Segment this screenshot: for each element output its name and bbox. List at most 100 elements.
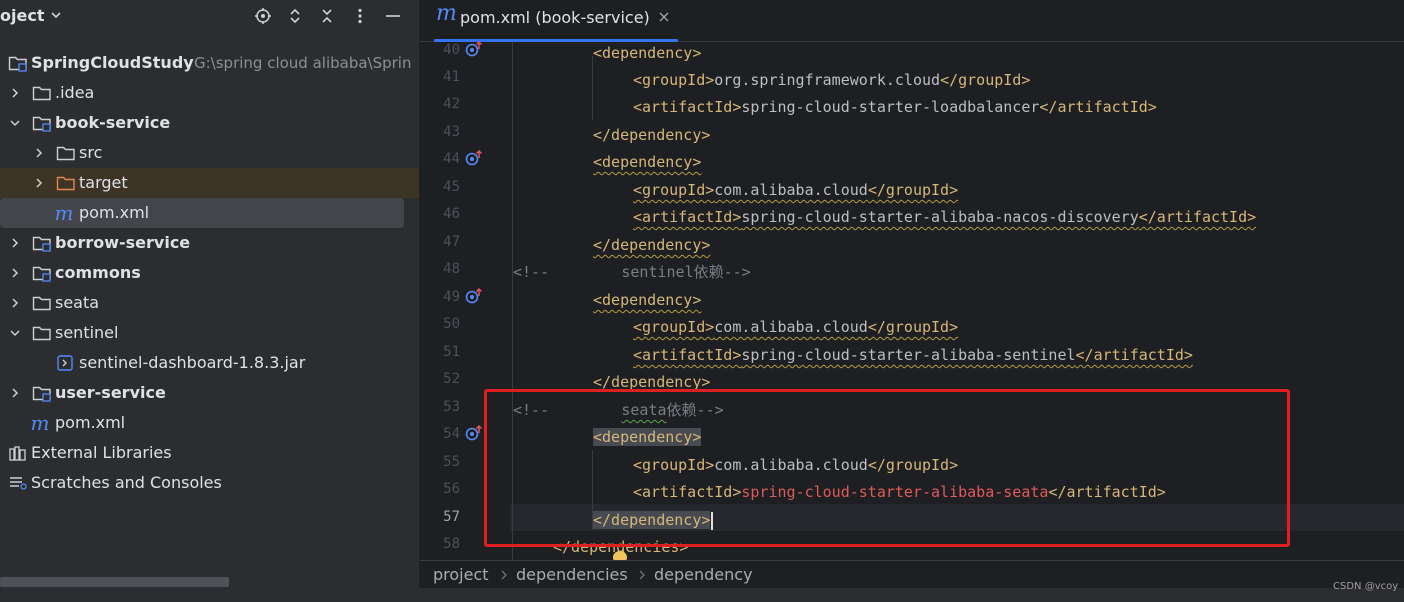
tree-node-external-libraries[interactable]: External Libraries	[0, 438, 419, 468]
chevron-right-icon	[501, 570, 507, 580]
locate-target-icon[interactable]	[252, 5, 274, 27]
chevron-right-icon[interactable]	[8, 266, 22, 280]
line-number: 55	[443, 454, 460, 470]
chevron-right-icon[interactable]	[8, 86, 22, 100]
xml-tag: <dependency>	[593, 153, 702, 171]
code-line-47: </dependency>	[593, 234, 1404, 261]
tree-node-path: G:\spring cloud alibaba\Sprin	[194, 54, 412, 72]
maven-file-icon: m	[54, 201, 74, 225]
tree-node-src[interactable]: src	[0, 138, 419, 168]
tab-label: pom.xml (book-service)	[460, 8, 650, 27]
xml-tag: </artifactId>	[1075, 346, 1193, 364]
xml-tag: <groupId>	[633, 318, 715, 336]
xml-tag: <artifactId>	[633, 208, 742, 226]
project-panel-title[interactable]: oject	[0, 6, 44, 25]
indent-guide	[512, 42, 513, 560]
line-number: 53	[443, 399, 460, 415]
folder-icon	[56, 144, 76, 162]
tree-node-seata[interactable]: seata	[0, 288, 419, 318]
folder-icon	[32, 324, 52, 342]
module-folder-icon	[32, 384, 52, 402]
line-number: 42	[443, 96, 460, 112]
xml-tag: </dependency>	[593, 373, 711, 391]
chevron-down-icon[interactable]	[8, 116, 22, 130]
folder-icon	[32, 84, 52, 102]
overrides-icon[interactable]	[465, 424, 485, 442]
tree-node-idea[interactable]: .idea	[0, 78, 419, 108]
breadcrumb-item-dependencies[interactable]: dependencies	[516, 565, 628, 584]
line-number: 52	[443, 371, 460, 387]
xml-value: org.springframework.cloud	[714, 71, 941, 89]
code-area[interactable]: <dependency> <groupId> org.springframewor…	[510, 42, 1404, 560]
chevron-right-icon	[639, 570, 645, 580]
tree-node-sentinel-dashboard-jar[interactable]: sentinel-dashboard-1.8.3.jar	[0, 348, 419, 378]
horizontal-scrollbar-thumb[interactable]	[0, 577, 229, 587]
tree-node-label: seata	[55, 293, 100, 312]
line-number: 48	[443, 261, 460, 277]
breadcrumb-item-dependency[interactable]: dependency	[654, 565, 753, 584]
code-line-44: <dependency>	[593, 151, 1404, 178]
chevron-right-icon[interactable]	[8, 386, 22, 400]
collapse-all-icon[interactable]	[316, 5, 338, 27]
project-panel-header: oject	[0, 0, 419, 36]
chevron-down-icon[interactable]	[8, 326, 22, 340]
tree-node-label: pom.xml	[79, 203, 150, 222]
line-number: 57	[443, 509, 460, 525]
line-number: 56	[443, 481, 460, 497]
xml-tag: </groupId>	[867, 181, 959, 199]
overrides-icon[interactable]	[465, 287, 485, 305]
module-folder-icon	[32, 264, 52, 282]
tree-node-label: sentinel	[55, 323, 119, 342]
tree-node-sentinel[interactable]: sentinel	[0, 318, 419, 348]
xml-comment: -->	[723, 263, 751, 281]
minimize-icon[interactable]	[382, 5, 404, 27]
line-number: 49	[443, 289, 460, 305]
module-folder-icon	[32, 234, 52, 252]
tree-node-commons[interactable]: commons	[0, 258, 419, 288]
chevron-down-icon[interactable]	[49, 8, 63, 22]
xml-tag: <artifactId>	[633, 98, 742, 116]
line-number: 46	[443, 206, 460, 222]
xml-tag: <groupId>	[633, 181, 715, 199]
code-editor: m pom.xml (book-service) 40 41 42 43 44 …	[420, 0, 1404, 602]
maven-file-icon: m	[30, 411, 50, 435]
code-line-49: <dependency>	[593, 289, 1404, 316]
chevron-right-icon[interactable]	[8, 236, 22, 250]
tree-node-label: SpringCloudStudy	[31, 53, 194, 72]
tree-node-label: Scratches and Consoles	[31, 473, 222, 492]
tree-node-book-service[interactable]: book-service	[0, 108, 419, 138]
code-line-48: <!-- sentinel依赖-->	[513, 261, 1404, 288]
xml-comment: <!--	[513, 401, 550, 419]
xml-tag: <dependency>	[593, 291, 702, 309]
close-icon[interactable]	[657, 10, 671, 24]
lightbulb-icon[interactable]	[610, 549, 630, 560]
libraries-icon	[8, 444, 28, 462]
chevron-right-icon[interactable]	[32, 146, 46, 160]
more-options-icon[interactable]	[349, 5, 371, 27]
xml-comment: -->	[696, 401, 724, 419]
tree-node-springcloudstudy[interactable]: SpringCloudStudy G:\spring cloud alibaba…	[0, 48, 419, 78]
tree-node-target[interactable]: target	[0, 168, 419, 198]
tree-node-pom-xml-root[interactable]: m pom.xml	[0, 408, 419, 438]
tree-node-label: sentinel-dashboard-1.8.3.jar	[79, 353, 306, 372]
code-line-57: </dependency>	[593, 509, 1404, 536]
line-number: 47	[443, 234, 460, 250]
scratches-icon	[8, 474, 28, 492]
chevron-right-icon[interactable]	[8, 296, 22, 310]
tree-node-user-service[interactable]: user-service	[0, 378, 419, 408]
overrides-icon[interactable]	[465, 149, 485, 167]
breadcrumb-item-project[interactable]: project	[433, 565, 489, 584]
tree-node-scratches[interactable]: Scratches and Consoles	[0, 468, 419, 498]
code-line-51: <artifactId>spring-cloud-starter-alibaba…	[633, 344, 1404, 371]
line-number: 44	[443, 151, 460, 167]
tab-pom-xml-book-service[interactable]: m pom.xml (book-service)	[426, 0, 680, 42]
tree-node-borrow-service[interactable]: borrow-service	[0, 228, 419, 258]
xml-tag: </groupId>	[940, 71, 1031, 89]
expand-all-icon[interactable]	[284, 5, 306, 27]
tree-node-pom-xml-book-service[interactable]: m pom.xml	[0, 198, 404, 228]
chevron-right-icon[interactable]	[32, 176, 46, 190]
xml-tag: </artifactId>	[1039, 98, 1157, 116]
tree-node-label: External Libraries	[31, 443, 172, 462]
code-line-52: </dependency>	[593, 371, 1404, 398]
overrides-icon[interactable]	[465, 40, 485, 58]
